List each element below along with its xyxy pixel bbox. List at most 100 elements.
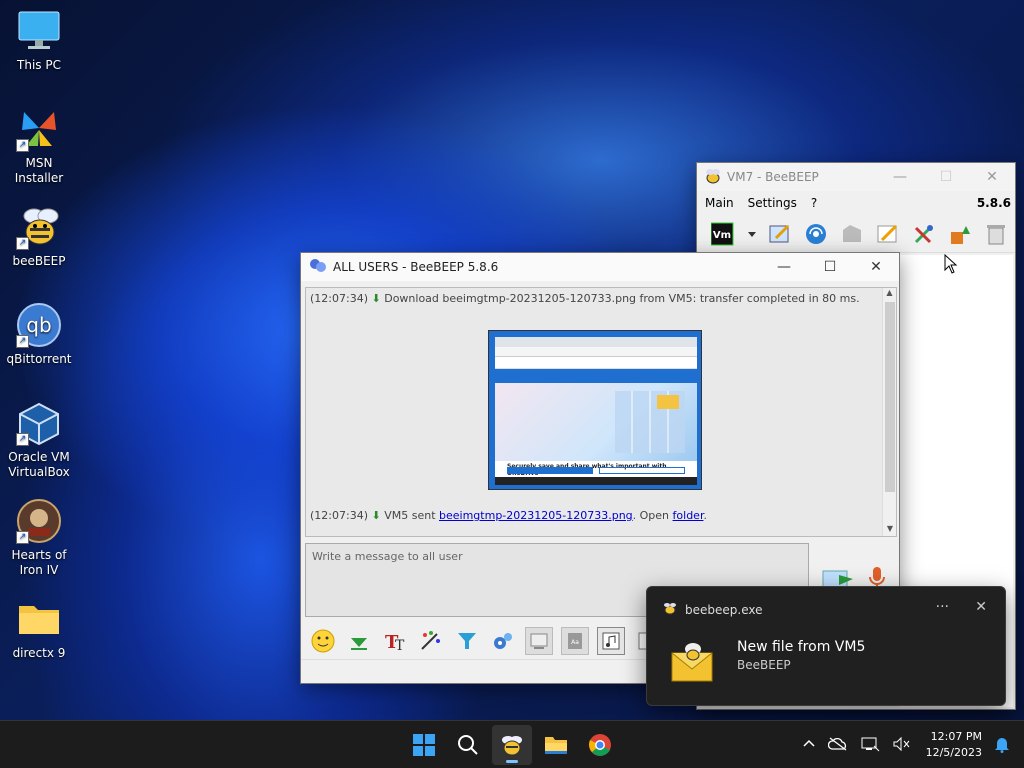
create-account-button-graphic <box>599 467 685 474</box>
message-input-placeholder: Write a message to all user <box>312 550 463 563</box>
onedrive-icon[interactable] <box>827 737 848 754</box>
maximize-button[interactable]: ☐ <box>807 253 853 281</box>
volume-muted-icon[interactable] <box>892 736 910 755</box>
log-message: VM5 sent <box>384 509 436 522</box>
browser-address-bar <box>495 347 697 357</box>
desktop-icon-label: This PC <box>17 58 61 72</box>
folder-share-icon[interactable] <box>839 221 865 247</box>
virtualbox-cube-icon: ↗ <box>16 400 62 446</box>
site-banner <box>495 369 697 383</box>
svg-text:Aa: Aa <box>571 639 579 646</box>
qbittorrent-icon: qb ↗ <box>16 302 62 348</box>
scroll-thumb[interactable] <box>885 302 895 492</box>
vm7-window-title: VM7 - BeeBEEP <box>727 170 819 184</box>
system-tray: 12:07 PM 12/5/2023 <box>802 725 1010 765</box>
close-notification-button[interactable]: ✕ <box>975 599 987 615</box>
maximize-button[interactable]: ☐ <box>923 163 969 191</box>
chrome-icon <box>589 734 611 756</box>
trash-icon[interactable] <box>983 221 1009 247</box>
document-icon[interactable]: Aa <box>561 627 589 655</box>
font-icon[interactable]: TT <box>381 627 409 655</box>
scroll-down-icon[interactable]: ▼ <box>883 524 897 536</box>
bee-icon <box>663 601 677 618</box>
image-thumbnail[interactable]: Securely save and share what's important… <box>488 330 702 490</box>
network-icon[interactable] <box>860 736 880 755</box>
music-note-icon[interactable] <box>597 627 625 655</box>
screenshot-icon[interactable] <box>525 627 553 655</box>
desktop-icon-label: beeBEEP <box>12 254 66 268</box>
vm-status-button[interactable]: Vm <box>711 221 737 247</box>
new-file-envelope-icon <box>669 639 715 685</box>
desktop-icon-hearts-of-iron[interactable]: ↗ Hearts of Iron IV <box>0 498 78 578</box>
browser-tab-strip <box>495 337 697 347</box>
chevron-down-icon[interactable] <box>747 221 757 247</box>
folder-icon <box>16 596 62 642</box>
timestamp: (12:07:34) <box>310 292 368 305</box>
menu-settings[interactable]: Settings <box>748 196 797 210</box>
monitor-icon <box>16 8 62 54</box>
desktop-icon-label: directx 9 <box>12 646 66 660</box>
site-header <box>495 357 697 369</box>
chat-titlebar: ALL USERS - BeeBEEP 5.8.6 — ☐ ✕ <box>301 253 899 281</box>
notification-title: New file from VM5 <box>737 639 866 655</box>
menu-main[interactable]: Main <box>705 196 734 210</box>
file-link[interactable]: beeimgtmp-20231205-120733.png <box>439 509 633 522</box>
users-icon <box>309 258 327 277</box>
chat-log-scrollbar[interactable]: ▲ ▼ <box>882 288 896 536</box>
download-arrow-icon[interactable] <box>345 627 373 655</box>
desktop-icon-this-pc[interactable]: This PC <box>0 8 78 73</box>
taskbar-beebeep[interactable] <box>492 725 532 765</box>
search-icon <box>458 735 478 755</box>
log-line-download: (12:07:34) ⬇ Download beeimgtmp-20231205… <box>310 292 860 305</box>
chevron-up-icon[interactable] <box>802 737 816 754</box>
notification-app-header: beebeep.exe <box>663 601 762 618</box>
desktop-icon-msn-installer[interactable]: ↗ MSN Installer <box>0 106 78 186</box>
bee-icon <box>705 168 721 187</box>
log-line-file-sent: (12:07:34) ⬇ VM5 sent beeimgtmp-20231205… <box>310 509 707 522</box>
close-button[interactable]: ✕ <box>969 163 1015 191</box>
desktop-icon-virtualbox[interactable]: ↗ Oracle VM VirtualBox <box>0 400 78 480</box>
upload-icon[interactable] <box>947 221 973 247</box>
svg-text:Vm: Vm <box>713 230 731 241</box>
log-message: . Open <box>632 509 670 522</box>
desktop-icon-qbittorrent[interactable]: qb ↗ qBittorrent <box>0 302 78 367</box>
scroll-up-icon[interactable]: ▲ <box>883 288 896 300</box>
folder-icon <box>545 737 567 754</box>
network-icon[interactable] <box>803 221 829 247</box>
shortcut-arrow-icon: ↗ <box>16 139 29 152</box>
start-button[interactable] <box>404 725 444 765</box>
desktop-icon-label: Hearts of Iron IV <box>11 548 67 577</box>
edit-profile-icon[interactable] <box>767 221 793 247</box>
minimize-button[interactable]: — <box>877 163 923 191</box>
vm7-titlebar: VM7 - BeeBEEP — ☐ ✕ <box>697 163 1015 191</box>
taskbar-file-explorer[interactable] <box>536 725 576 765</box>
shortcut-arrow-icon: ↗ <box>16 433 29 446</box>
taskbar-apps <box>404 725 620 765</box>
minimize-button[interactable]: — <box>761 253 807 281</box>
version-label: 5.8.6 <box>976 196 1011 210</box>
more-options-button[interactable]: ··· <box>936 599 949 615</box>
folder-link[interactable]: folder <box>673 509 704 522</box>
desktop-icon-beebeep[interactable]: ↗ beeBEEP <box>0 204 78 269</box>
pencil-note-icon[interactable] <box>875 221 901 247</box>
desktop-icon-label: Oracle VM VirtualBox <box>8 450 70 479</box>
notification-bell-icon[interactable] <box>994 735 1010 756</box>
desktop-icon-directx[interactable]: directx 9 <box>0 596 78 661</box>
notification-toast[interactable]: beebeep.exe ··· ✕ New file from VM5 BeeB… <box>646 586 1006 706</box>
taskbar-chrome[interactable] <box>580 725 620 765</box>
emoticon-icon[interactable] <box>309 627 337 655</box>
settings-gears-icon[interactable] <box>489 627 517 655</box>
search-button[interactable] <box>448 725 488 765</box>
shortcut-arrow-icon: ↗ <box>16 237 29 250</box>
color-picker-icon[interactable] <box>417 627 445 655</box>
clock[interactable]: 12:07 PM 12/5/2023 <box>926 729 982 761</box>
vm7-toolbar: Vm <box>697 215 1015 253</box>
tools-icon[interactable] <box>911 221 937 247</box>
chat-log[interactable]: (12:07:34) ⬇ Download beeimgtmp-20231205… <box>305 287 897 537</box>
filter-icon[interactable] <box>453 627 481 655</box>
close-button[interactable]: ✕ <box>853 253 899 281</box>
bee-icon <box>502 736 522 756</box>
folder-icon <box>657 395 679 409</box>
menu-help[interactable]: ? <box>811 196 817 210</box>
log-message: . <box>703 509 707 522</box>
